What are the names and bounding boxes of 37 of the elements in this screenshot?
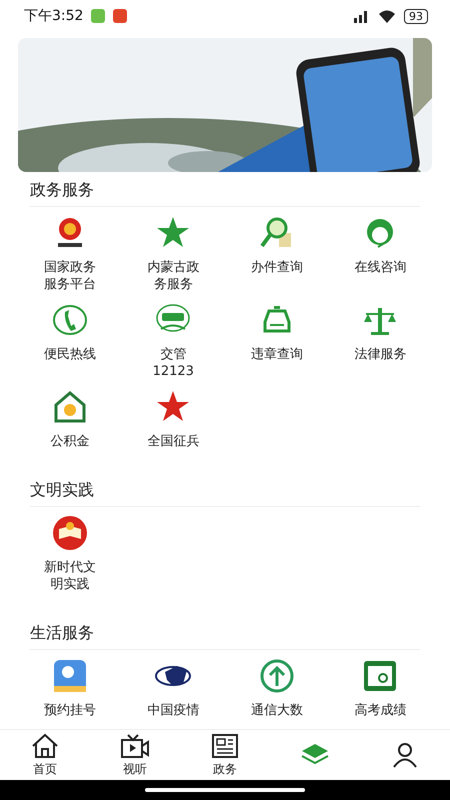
book-icon xyxy=(52,515,88,551)
newspaper-icon xyxy=(211,732,239,758)
tab[interactable]: 首页 xyxy=(0,730,90,780)
service-link[interactable]: 交管 12123 xyxy=(141,346,206,380)
arrow-up-icon xyxy=(258,658,295,694)
service-link[interactable]: 国家政务服务平台 xyxy=(38,259,102,293)
service-link[interactable]: 预约挂号 xyxy=(38,702,102,719)
section-title: 文明实践 xyxy=(30,480,94,499)
document-search-icon xyxy=(362,658,398,694)
service-link[interactable]: 内蒙古政务服务 xyxy=(141,259,206,293)
service-link[interactable]: 公积金 xyxy=(38,433,102,450)
wifi-icon xyxy=(378,9,396,23)
house-icon xyxy=(52,389,88,425)
app-icon xyxy=(52,658,88,694)
user-icon xyxy=(392,742,418,768)
service-link[interactable]: 高考成绩 xyxy=(348,702,412,719)
service-link[interactable]: 违章查询 xyxy=(244,346,309,363)
video-camera-icon xyxy=(120,732,150,758)
section-title: 生活服务 xyxy=(30,623,94,642)
status-time: 下午3:52 xyxy=(24,7,84,25)
notification-icon xyxy=(113,9,128,23)
service-link[interactable]: 新时代文明实践 xyxy=(38,559,102,593)
service-link[interactable]: 全国征兵 xyxy=(141,433,206,450)
service-link[interactable]: 办件查询 xyxy=(244,259,309,276)
battery-level: 93 xyxy=(404,8,428,24)
service-link[interactable]: 中国疫情 xyxy=(141,702,206,719)
signal-icon xyxy=(352,9,370,23)
service-link[interactable]: 通信大数 xyxy=(244,702,309,719)
service-link[interactable]: 在线咨询 xyxy=(348,259,412,276)
tab[interactable]: 视听 xyxy=(90,730,180,780)
section-title: 政务服务 xyxy=(30,180,94,199)
service-link[interactable]: 法律服务 xyxy=(348,346,412,363)
notification-icon xyxy=(91,9,106,23)
tab[interactable]: 政务 xyxy=(180,730,270,780)
service-link[interactable]: 便民热线 xyxy=(38,346,102,363)
home-icon xyxy=(31,732,59,758)
phone-icon xyxy=(52,302,88,338)
